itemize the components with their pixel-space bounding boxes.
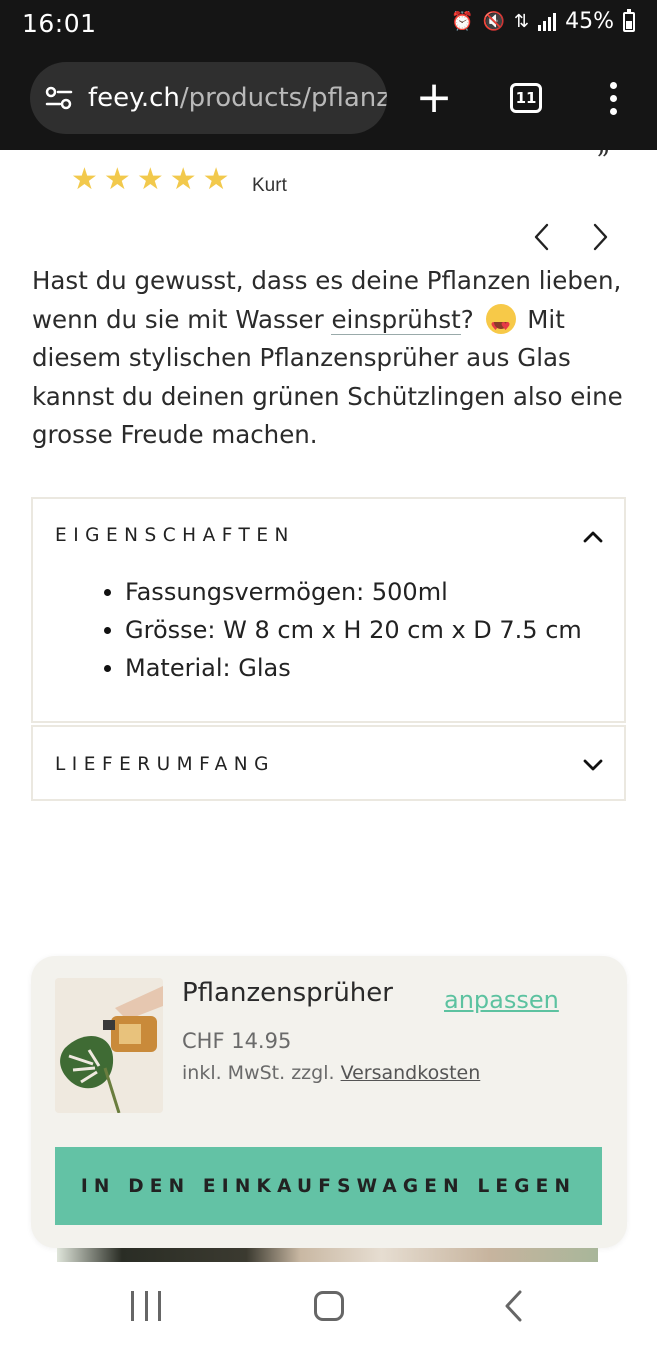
browser-toolbar: feey.ch/products/pflanze + 11	[0, 48, 657, 150]
signal-icon	[538, 12, 557, 31]
adjust-link[interactable]: anpassen	[444, 986, 559, 1014]
alarm-icon: ⏰	[451, 11, 474, 32]
star-rating: ★ ★ ★ ★ ★	[71, 165, 230, 195]
accordion-scope-of-delivery[interactable]: LIEFERUMFANG	[31, 725, 626, 801]
reviewer-name: Kurt	[252, 175, 287, 196]
chevron-up-icon[interactable]	[582, 530, 604, 544]
address-bar[interactable]: feey.ch/products/pflanze	[30, 62, 387, 134]
new-tab-button[interactable]: +	[410, 74, 458, 122]
url-domain: feey.ch	[88, 83, 180, 113]
previous-review-arrow-icon[interactable]	[526, 220, 558, 254]
closing-quote-mark: „	[597, 130, 611, 160]
recents-icon[interactable]	[131, 1291, 161, 1321]
status-time: 16:01	[22, 9, 97, 38]
star-struck-emoji-icon	[485, 303, 516, 346]
mute-icon: 🔇	[482, 11, 505, 32]
battery-icon	[623, 8, 635, 32]
system-nav-bar	[0, 1262, 657, 1350]
plus-icon: +	[415, 72, 453, 123]
accordion-delivery-title[interactable]: LIEFERUMFANG	[55, 754, 275, 775]
list-item: Grösse: W 8 cm x H 20 cm x D 7.5 cm	[104, 611, 582, 649]
next-review-arrow-icon[interactable]	[584, 220, 616, 254]
product-price: CHF 14.95	[182, 1029, 292, 1053]
url-path: /products/pflanze	[179, 83, 387, 113]
url-text[interactable]: feey.ch/products/pflanze	[88, 83, 387, 113]
shipping-costs-link[interactable]: Versandkosten	[341, 1062, 481, 1084]
tabs-icon: 11	[510, 83, 542, 113]
star-icon: ★	[103, 162, 131, 197]
properties-list: Fassungsvermögen: 500ml Grösse: W 8 cm x…	[104, 573, 582, 687]
site-settings-icon[interactable]	[44, 83, 74, 113]
star-icon: ★	[136, 162, 164, 197]
data-transfer-icon: ⇅	[514, 11, 530, 32]
battery-percent: 45%	[565, 9, 614, 34]
spray-link[interactable]: einsprühst	[331, 304, 461, 335]
more-vert-icon[interactable]	[589, 74, 637, 122]
list-item: Material: Glas	[104, 649, 582, 687]
tax-note: inkl. MwSt. zzgl. Versandkosten	[182, 1062, 481, 1084]
accordion-properties: EIGENSCHAFTEN Fassungsvermögen: 500ml Gr…	[31, 497, 626, 723]
product-description: Hast du gewusst, dass es deine Pflanzen …	[32, 262, 632, 455]
back-icon[interactable]	[500, 1289, 530, 1323]
tabs-button[interactable]: 11	[502, 74, 550, 122]
product-name: Pflanzensprüher	[182, 978, 393, 1008]
status-bar: 16:01 ⏰ 🔇 ⇅ 45%	[0, 0, 657, 48]
star-icon: ★	[202, 162, 230, 197]
sticky-add-to-cart: Pflanzensprüher anpassen CHF 14.95 inkl.…	[31, 956, 627, 1248]
chevron-down-icon[interactable]	[582, 758, 604, 772]
list-item: Fassungsvermögen: 500ml	[104, 573, 582, 611]
star-icon: ★	[169, 162, 197, 197]
accordion-properties-title[interactable]: EIGENSCHAFTEN	[55, 525, 295, 546]
status-icons: ⏰ 🔇 ⇅ 45%	[451, 8, 635, 34]
star-icon: ★	[71, 162, 98, 197]
product-image-peek	[57, 1248, 598, 1262]
add-to-cart-button[interactable]: IN DEN EINKAUFSWAGEN LEGEN	[55, 1147, 602, 1225]
home-icon[interactable]	[314, 1291, 344, 1321]
product-thumbnail	[55, 978, 163, 1113]
